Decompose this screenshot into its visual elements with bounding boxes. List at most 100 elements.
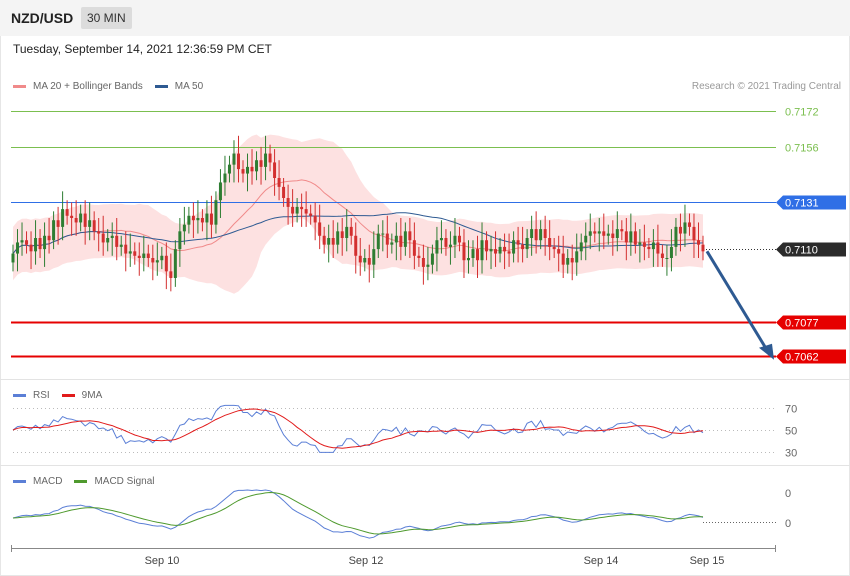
- candle-body: [291, 206, 295, 214]
- candle-body: [214, 200, 218, 225]
- candle-body: [485, 240, 489, 252]
- rsi-level-label-50: 50: [785, 426, 797, 438]
- candle-body: [417, 255, 421, 258]
- macd-level-label: 0: [785, 518, 791, 530]
- candle-body: [696, 240, 700, 245]
- candle-body: [367, 258, 371, 265]
- candle-body: [286, 198, 290, 207]
- candle-body: [489, 249, 493, 252]
- candle-body: [669, 246, 673, 258]
- candle-body: [232, 153, 236, 165]
- candle-body: [552, 246, 556, 250]
- bollinger-band: [13, 134, 703, 294]
- candle-body: [160, 255, 164, 261]
- candle-body: [300, 206, 304, 210]
- candle-body: [692, 226, 696, 241]
- x-tick-label: Sep 12: [349, 555, 384, 567]
- candle-body: [665, 258, 669, 259]
- candle-body: [683, 222, 687, 234]
- candle-body: [579, 242, 583, 252]
- candle-body: [327, 238, 331, 245]
- candle-body: [376, 233, 380, 250]
- candle-body: [462, 242, 466, 261]
- candle-body: [259, 160, 263, 167]
- chart-svg: 0.7172 0.7156 0.7131 0.7110 0.7077 0.7062 70 50…: [0, 107, 850, 567]
- candle-body: [200, 218, 204, 223]
- candle-body: [16, 242, 20, 254]
- candle-body: [638, 242, 642, 245]
- candle-body: [133, 251, 137, 256]
- candle-body: [227, 164, 231, 174]
- forecast-arrow: [705, 250, 770, 353]
- candle-body: [656, 242, 660, 254]
- candle-body: [570, 258, 574, 263]
- candle-body: [457, 235, 461, 243]
- candle-body: [250, 166, 254, 172]
- candle-body: [110, 235, 114, 238]
- candle-body: [20, 240, 24, 243]
- rsi-line: [12, 404, 704, 453]
- candle-body: [516, 240, 520, 245]
- candle-body: [530, 229, 534, 238]
- candle-body: [408, 231, 412, 241]
- candle-body: [399, 235, 403, 247]
- candle-body: [83, 213, 87, 227]
- candle-body: [178, 231, 182, 250]
- candle-body: [349, 226, 353, 236]
- candle-body: [525, 238, 529, 250]
- candle-body: [124, 244, 128, 254]
- candle-body: [304, 209, 308, 214]
- candle-body: [146, 253, 150, 258]
- candle-body: [543, 229, 547, 238]
- candle-body: [512, 240, 516, 254]
- candle-body: [674, 226, 678, 247]
- candle-body: [448, 244, 452, 247]
- candle-body: [606, 233, 610, 236]
- candle-body: [309, 213, 313, 216]
- candle-body: [29, 244, 33, 252]
- candle-body: [435, 240, 439, 254]
- candle-body: [390, 242, 394, 245]
- candle-body: [444, 238, 448, 247]
- candle-body: [642, 242, 646, 247]
- candle-body: [633, 231, 637, 245]
- candle-body: [647, 246, 651, 250]
- candle-body: [548, 238, 552, 247]
- candle-body: [43, 235, 47, 250]
- candle-body: [268, 153, 272, 163]
- candle-body: [615, 229, 619, 238]
- level-label-0.7077: 0.7077: [785, 318, 819, 330]
- candle-body: [273, 162, 277, 178]
- candle-body: [88, 220, 92, 227]
- candle-body: [241, 169, 245, 174]
- macd-line: [12, 489, 704, 539]
- candle-body: [277, 178, 281, 187]
- level-label-0.7110: 0.7110: [785, 245, 818, 257]
- candle-body: [678, 226, 682, 234]
- level-label-0.7172: 0.7172: [785, 107, 819, 119]
- candle-body: [115, 235, 119, 247]
- candle-body: [660, 253, 664, 258]
- candle-body: [295, 206, 299, 214]
- candle-body: [575, 251, 579, 263]
- candle-body: [218, 182, 222, 201]
- candle-body: [421, 258, 425, 267]
- candle-body: [611, 233, 615, 238]
- candle-body: [372, 249, 376, 265]
- candle-body: [52, 220, 56, 241]
- rsi-level-label-30: 30: [785, 448, 797, 460]
- x-tick-label: Sep 14: [584, 555, 619, 567]
- candle-body: [403, 231, 407, 247]
- candle-body: [79, 213, 83, 223]
- candle-body: [385, 233, 389, 245]
- candle-body: [412, 240, 416, 256]
- candle-body: [264, 153, 268, 167]
- candle-body: [173, 249, 177, 278]
- candle-body: [191, 215, 195, 221]
- candle-body: [426, 264, 430, 267]
- candle-body: [534, 229, 538, 241]
- candle-body: [236, 153, 240, 170]
- level-label-0.7131: 0.7131: [785, 198, 819, 210]
- candle-body: [128, 251, 132, 254]
- candle-body: [494, 249, 498, 254]
